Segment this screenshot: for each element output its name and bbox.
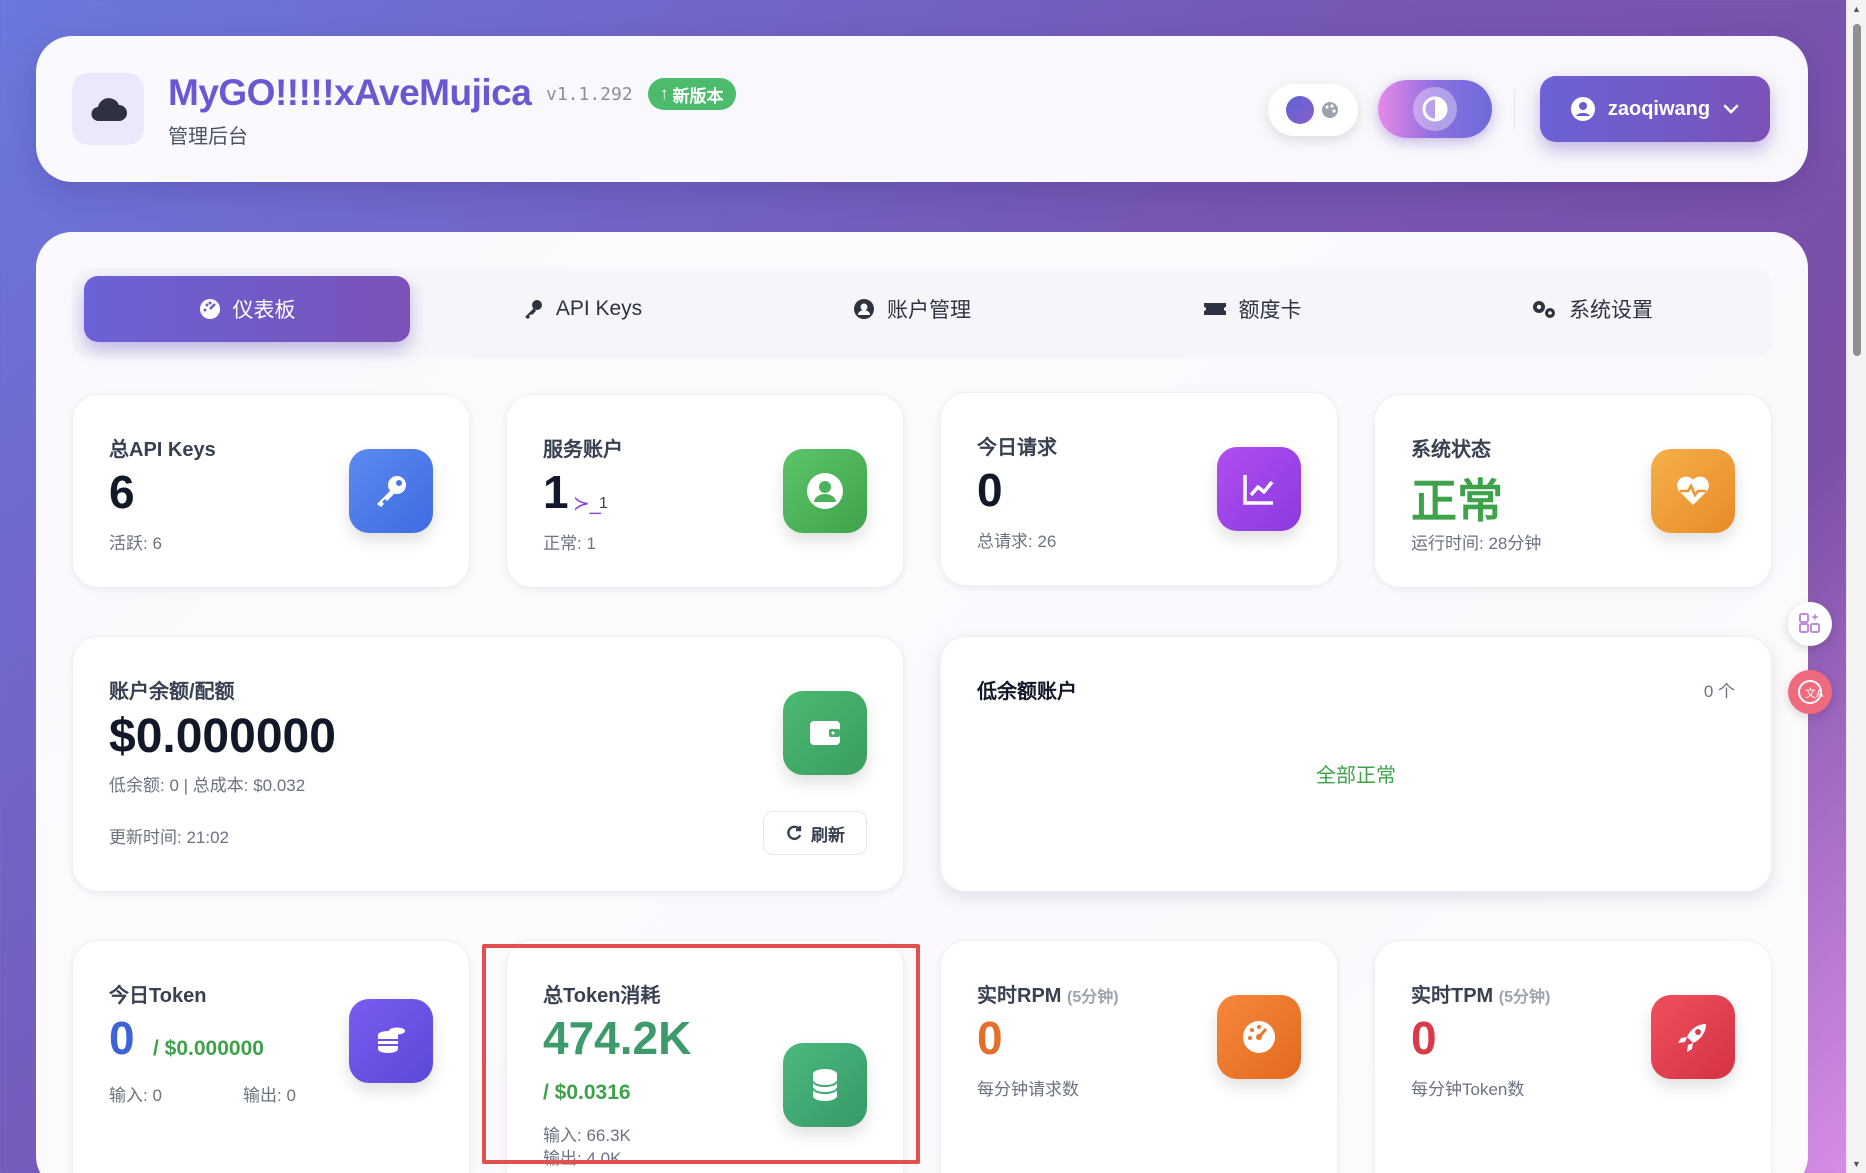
app-header: MyGO!!!!!xAveMujica v1.1.292 ↑ 新版本 管理后台 … (36, 36, 1808, 182)
key-icon (524, 300, 542, 319)
refresh-icon (787, 825, 802, 841)
dark-mode-toggle[interactable] (1378, 80, 1492, 138)
scroll-thumb[interactable] (1853, 24, 1861, 356)
speedometer-icon (1217, 995, 1301, 1079)
line-chart-icon (1217, 447, 1301, 531)
tab-accounts[interactable]: 账户管理 (752, 276, 1072, 342)
rocket-icon (1651, 995, 1735, 1079)
stat-card-system-status: 系统状态 正常 运行时间: 28分钟 (1374, 394, 1772, 588)
refresh-button[interactable]: 刷新 (763, 811, 867, 855)
highlight-box (482, 944, 920, 1164)
balance-card: 账户余额/配额 $0.000000 低余额: 0 | 总成本: $0.032 更… (72, 636, 904, 892)
username: zaoqiwang (1607, 97, 1711, 120)
vertical-scrollbar[interactable]: ▲ ▼ (1846, 0, 1866, 1173)
key-icon (349, 449, 433, 533)
theme-color-toggle[interactable] (1268, 84, 1358, 136)
app-title: MyGO!!!!!xAveMujica (168, 72, 532, 113)
user-circle-icon (1570, 97, 1595, 121)
all-normal-text: 全部正常 (1316, 765, 1396, 787)
color-dot-icon (1286, 96, 1314, 124)
today-token-cost: / $0.000000 (153, 1037, 264, 1060)
scroll-down-arrow-icon[interactable]: ▼ (1852, 1159, 1861, 1169)
tpm-card: 实时TPM (5分钟) 0 每分钟Token数 (1374, 940, 1772, 1173)
new-version-badge[interactable]: ↑ 新版本 (648, 78, 736, 110)
svg-text:文A: 文A (1805, 686, 1823, 700)
low-balance-count: 0 个 (1703, 682, 1735, 701)
version-label: v1.1.292 (546, 84, 633, 105)
low-balance-card: 低余额账户 0 个 全部正常 (940, 636, 1772, 892)
tab-quota-cards[interactable]: 额度卡 (1092, 276, 1412, 342)
chevron-down-icon (1723, 104, 1739, 114)
user-circle-icon (854, 299, 874, 319)
tab-api-keys[interactable]: API Keys (422, 276, 742, 342)
scroll-up-arrow-icon[interactable]: ▲ (1852, 4, 1861, 14)
tab-bar: 仪表板 API Keys 账户管理 额度卡 系统设置 (72, 268, 1772, 358)
today-token-card: 今日Token 0 / $0.000000 输入: 0 输出: 0 (72, 940, 470, 1173)
palette-icon (1322, 102, 1338, 118)
ticket-icon (1203, 303, 1226, 315)
gears-icon (1533, 301, 1555, 318)
stat-card-api-keys: 总API Keys 6 活跃: 6 (72, 394, 470, 588)
terminal-icon: ≻_ (573, 493, 601, 515)
apps-sparkle-icon[interactable] (1788, 602, 1832, 646)
dashboard-icon (199, 299, 220, 319)
terminal-count: 1 (599, 495, 608, 512)
tab-dashboard[interactable]: 仪表板 (84, 276, 410, 342)
wallet-icon (783, 691, 867, 775)
translate-icon[interactable]: 文A (1788, 670, 1832, 714)
stat-card-service-accounts: 服务账户 1 ≻_ 1 正常: 1 (506, 394, 904, 588)
tab-settings[interactable]: 系统设置 (1432, 276, 1752, 342)
contrast-icon (1413, 87, 1457, 131)
stat-card-today-requests: 今日请求 0 总请求: 26 (940, 392, 1338, 586)
header-divider (1514, 90, 1515, 130)
cloud-logo-icon (72, 73, 144, 145)
arrow-up-icon: ↑ (660, 84, 669, 103)
user-menu-button[interactable]: zaoqiwang (1540, 76, 1770, 142)
coins-icon (349, 999, 433, 1083)
user-circle-icon (783, 449, 867, 533)
rpm-card: 实时RPM (5分钟) 0 每分钟请求数 (940, 940, 1338, 1173)
heart-pulse-icon (1651, 449, 1735, 533)
app-subtitle: 管理后台 (168, 126, 248, 148)
